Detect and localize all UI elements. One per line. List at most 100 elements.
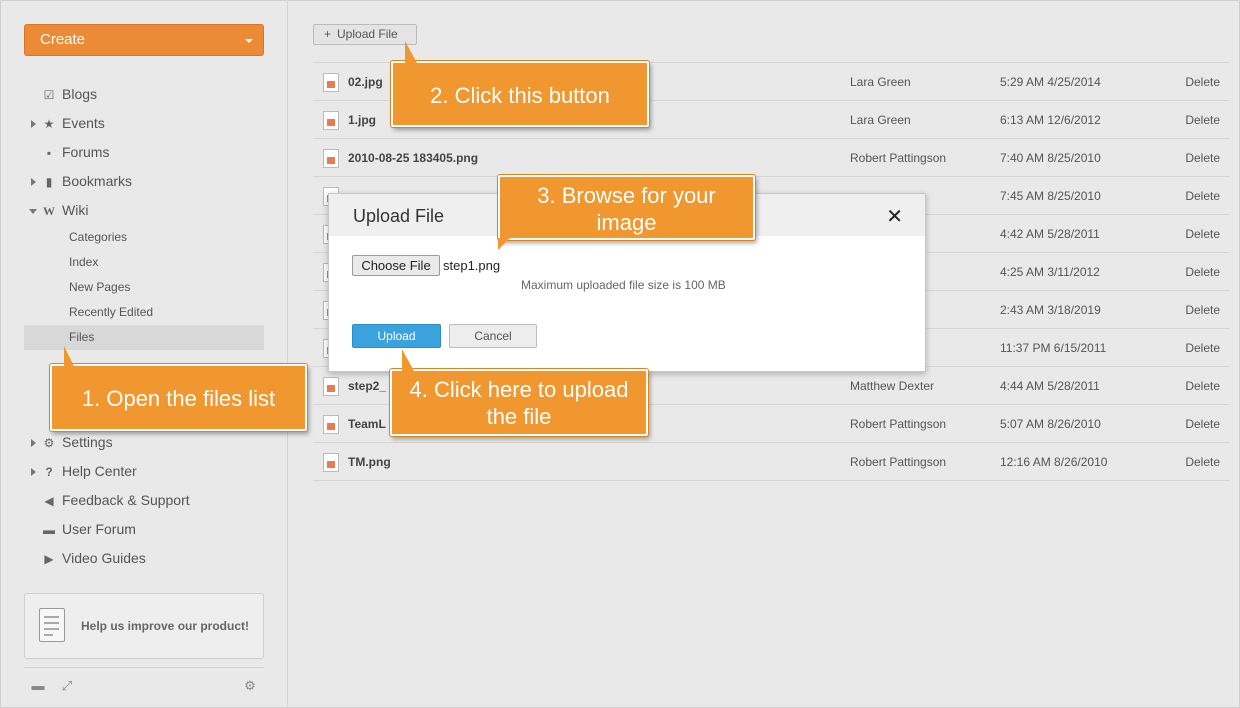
callout-click-button: 2. Click this button bbox=[391, 41, 649, 127]
video-icon: ▶ bbox=[44, 552, 54, 566]
chevron-down-icon[interactable] bbox=[245, 39, 253, 43]
file-name[interactable]: step2_ bbox=[348, 379, 386, 393]
sidebar-subitem-recently-edited[interactable]: Recently Edited bbox=[24, 300, 264, 325]
expand-arrow-icon[interactable] bbox=[31, 120, 36, 128]
callout-click-upload: 4. Click here to upload the file bbox=[390, 349, 648, 436]
file-name[interactable]: 1.jpg bbox=[348, 113, 376, 127]
file-author: Lara Green bbox=[850, 75, 911, 89]
sidebar-item-blogs[interactable]: ☑ Blogs bbox=[24, 80, 264, 109]
sidebar-item-label: User Forum bbox=[62, 521, 136, 537]
sidebar-item-settings[interactable]: ⚙ Settings bbox=[24, 428, 264, 457]
sidebar-item-video-guides[interactable]: ▶ Video Guides bbox=[24, 544, 264, 573]
expand-arrow-icon[interactable] bbox=[31, 178, 36, 186]
expand-icon[interactable]: ⤢ bbox=[59, 678, 75, 694]
file-date: 6:13 AM 12/6/2012 bbox=[1000, 113, 1101, 127]
file-author: Matthew Dexter bbox=[850, 379, 935, 393]
callout-open-files: 1. Open the files list bbox=[50, 346, 307, 431]
create-button-label: Create bbox=[40, 31, 86, 48]
sidebar-item-label: Bookmarks bbox=[62, 173, 133, 189]
delete-link[interactable]: Delete bbox=[1185, 417, 1220, 431]
image-file-icon bbox=[323, 149, 339, 168]
cancel-button[interactable]: Cancel bbox=[449, 324, 537, 348]
callout-text-line-1: 4. Click here to upload bbox=[409, 377, 629, 402]
max-size-hint: Maximum uploaded file size is 100 MB bbox=[521, 278, 726, 292]
sidebar-item-label: Events bbox=[62, 115, 105, 131]
delete-link[interactable]: Delete bbox=[1185, 379, 1220, 393]
survey-document-icon bbox=[39, 608, 65, 642]
improve-product-label: Help us improve our product! bbox=[81, 619, 250, 633]
callout-pointer bbox=[498, 238, 518, 250]
create-button[interactable]: Create bbox=[24, 24, 264, 56]
file-name[interactable]: TeamL bbox=[348, 417, 386, 431]
sidebar-item-feedback[interactable]: ◀ Feedback & Support bbox=[24, 486, 264, 515]
sidebar-nav-secondary: ⚙ Settings ? Help Center ◀ Feedback & Su… bbox=[24, 428, 264, 573]
sidebar-nav: ☑ Blogs ★ Events ▪ Forums ▮ Bookmarks W … bbox=[24, 80, 264, 350]
file-row: 2010-08-25 183405.png Robert Pattingson 7:… bbox=[313, 139, 1230, 177]
forum-icon: ▬ bbox=[43, 523, 55, 537]
sidebar-item-user-forum[interactable]: ▬ User Forum bbox=[24, 515, 264, 544]
sidebar: Create ☑ Blogs ★ Events ▪ Forums ▮ Bookm… bbox=[0, 0, 288, 708]
file-date: 5:29 AM 4/25/2014 bbox=[1000, 75, 1101, 89]
delete-link[interactable]: Delete bbox=[1185, 265, 1220, 279]
expand-arrow-icon[interactable] bbox=[31, 468, 36, 476]
sidebar-item-help-center[interactable]: ? Help Center bbox=[24, 457, 264, 486]
choose-file-button[interactable]: Choose File bbox=[352, 255, 440, 276]
sidebar-item-wiki[interactable]: W Wiki bbox=[24, 196, 264, 225]
file-author: Robert Pattingson bbox=[850, 417, 947, 431]
chat-icon[interactable]: ▬ bbox=[30, 678, 46, 694]
close-icon[interactable]: ✕ bbox=[886, 204, 903, 229]
delete-link[interactable]: Delete bbox=[1185, 303, 1220, 317]
gear-icon[interactable]: ⚙ bbox=[242, 678, 258, 694]
delete-link[interactable]: Delete bbox=[1185, 341, 1220, 355]
sidebar-subitem-files[interactable]: Files bbox=[24, 325, 264, 350]
sidebar-item-label: Wiki bbox=[62, 202, 89, 218]
image-file-icon bbox=[323, 377, 339, 396]
forums-icon: ▪ bbox=[46, 146, 52, 160]
callout-pointer bbox=[402, 349, 420, 371]
sidebar-item-bookmarks[interactable]: ▮ Bookmarks bbox=[24, 167, 264, 196]
upload-file-button[interactable]: + Upload File bbox=[313, 24, 417, 45]
sidebar-item-label: Feedback & Support bbox=[62, 492, 190, 508]
sidebar-item-events[interactable]: ★ Events bbox=[24, 109, 264, 138]
delete-link[interactable]: Delete bbox=[1185, 189, 1220, 203]
file-date: 5:07 AM 8/26/2010 bbox=[1000, 417, 1101, 431]
file-name[interactable]: 02.jpg bbox=[348, 75, 383, 89]
file-author: Robert Pattingson bbox=[850, 455, 947, 469]
file-date: 4:42 AM 5/28/2011 bbox=[1000, 227, 1100, 241]
events-icon: ★ bbox=[43, 117, 55, 131]
file-name[interactable]: 2010-08-25 183405.png bbox=[348, 151, 478, 165]
dialog-title: Upload File bbox=[353, 206, 445, 226]
delete-link[interactable]: Delete bbox=[1185, 151, 1220, 165]
sidebar-item-label: Video Guides bbox=[62, 550, 146, 566]
file-author: Lara Green bbox=[850, 113, 911, 127]
file-date: 4:25 AM 3/11/2012 bbox=[1000, 265, 1100, 279]
improve-product-button[interactable]: Help us improve our product! bbox=[24, 593, 264, 659]
file-date: 11:37 PM 6/15/2011 bbox=[1000, 341, 1107, 355]
sidebar-subitem-new-pages[interactable]: New Pages bbox=[24, 275, 264, 300]
callout-text: 1. Open the files list bbox=[81, 386, 276, 411]
file-name[interactable]: TM.png bbox=[348, 455, 391, 469]
file-date: 12:16 AM 8/26/2010 bbox=[1000, 455, 1108, 469]
file-date: 4:44 AM 5/28/2011 bbox=[1000, 379, 1100, 393]
image-file-icon bbox=[323, 111, 339, 130]
callout-pointer bbox=[405, 41, 423, 63]
upload-button[interactable]: Upload bbox=[352, 324, 441, 348]
blog-icon: ☑ bbox=[43, 88, 55, 102]
sidebar-item-label: Help Center bbox=[62, 463, 137, 479]
sidebar-subitem-index[interactable]: Index bbox=[24, 250, 264, 275]
delete-link[interactable]: Delete bbox=[1185, 113, 1220, 127]
file-author: Robert Pattingson bbox=[850, 151, 947, 165]
delete-link[interactable]: Delete bbox=[1185, 455, 1220, 469]
image-file-icon bbox=[323, 73, 339, 92]
delete-link[interactable]: Delete bbox=[1185, 227, 1220, 241]
sidebar-item-forums[interactable]: ▪ Forums bbox=[24, 138, 264, 167]
collapse-arrow-icon[interactable] bbox=[29, 209, 37, 214]
sidebar-subitem-categories[interactable]: Categories bbox=[24, 225, 264, 250]
callout-pointer bbox=[64, 346, 84, 366]
delete-link[interactable]: Delete bbox=[1185, 75, 1220, 89]
callout-text-line-2: image bbox=[596, 210, 657, 235]
expand-arrow-icon[interactable] bbox=[31, 439, 36, 447]
megaphone-icon: ◀ bbox=[44, 494, 54, 508]
callout-text-line-2: the file bbox=[486, 404, 552, 429]
wiki-icon: W bbox=[43, 204, 55, 218]
